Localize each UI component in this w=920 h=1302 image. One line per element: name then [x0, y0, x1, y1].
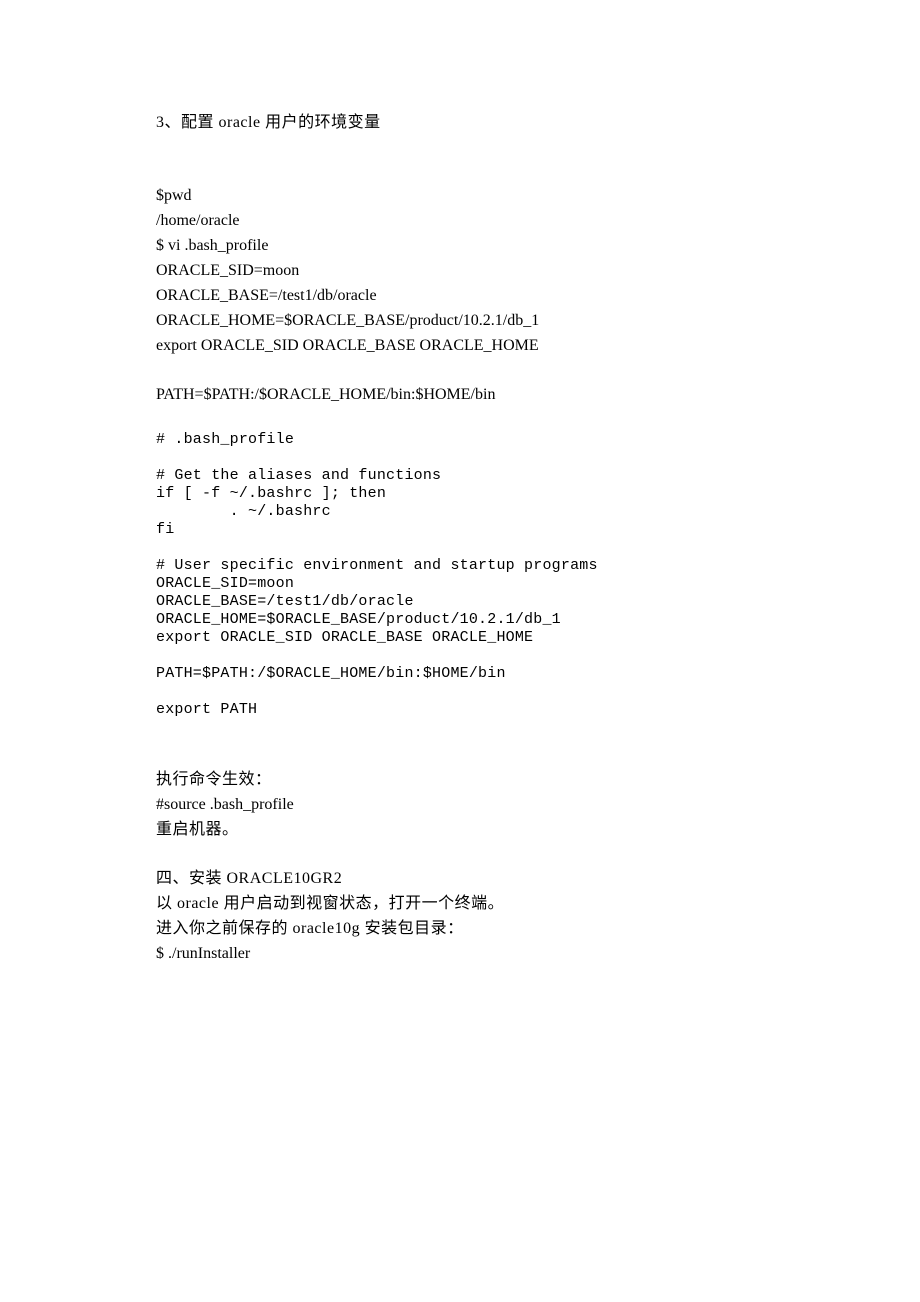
- cmd-line: /home/oracle: [156, 208, 764, 233]
- run-installer-cmd: $ ./runInstaller: [156, 941, 764, 966]
- section-4-line: 以 oracle 用户启动到视窗状态，打开一个终端。: [156, 891, 764, 916]
- section-3-title: 3、配置 oracle 用户的环境变量: [156, 110, 764, 135]
- section-4-line: 进入你之前保存的 oracle10g 安装包目录：: [156, 916, 764, 941]
- section-4-title: 四、安装 ORACLE10GR2: [156, 866, 764, 891]
- exec-heading: 执行命令生效：: [156, 767, 764, 792]
- cmd-line: export ORACLE_SID ORACLE_BASE ORACLE_HOM…: [156, 333, 764, 358]
- bash-profile-dump: # .bash_profile # Get the aliases and fu…: [156, 431, 764, 719]
- cmd-line: ORACLE_HOME=$ORACLE_BASE/product/10.2.1/…: [156, 308, 764, 333]
- cmd-line: ORACLE_SID=moon: [156, 258, 764, 283]
- cmd-line: $pwd: [156, 183, 764, 208]
- cmd-line: $ vi .bash_profile: [156, 233, 764, 258]
- path-line: PATH=$PATH:/$ORACLE_HOME/bin:$HOME/bin: [156, 382, 764, 407]
- document-page: 3、配置 oracle 用户的环境变量 $pwd /home/oracle $ …: [0, 0, 920, 1026]
- reboot-line: 重启机器。: [156, 817, 764, 842]
- source-cmd: #source .bash_profile: [156, 792, 764, 817]
- cmd-line: ORACLE_BASE=/test1/db/oracle: [156, 283, 764, 308]
